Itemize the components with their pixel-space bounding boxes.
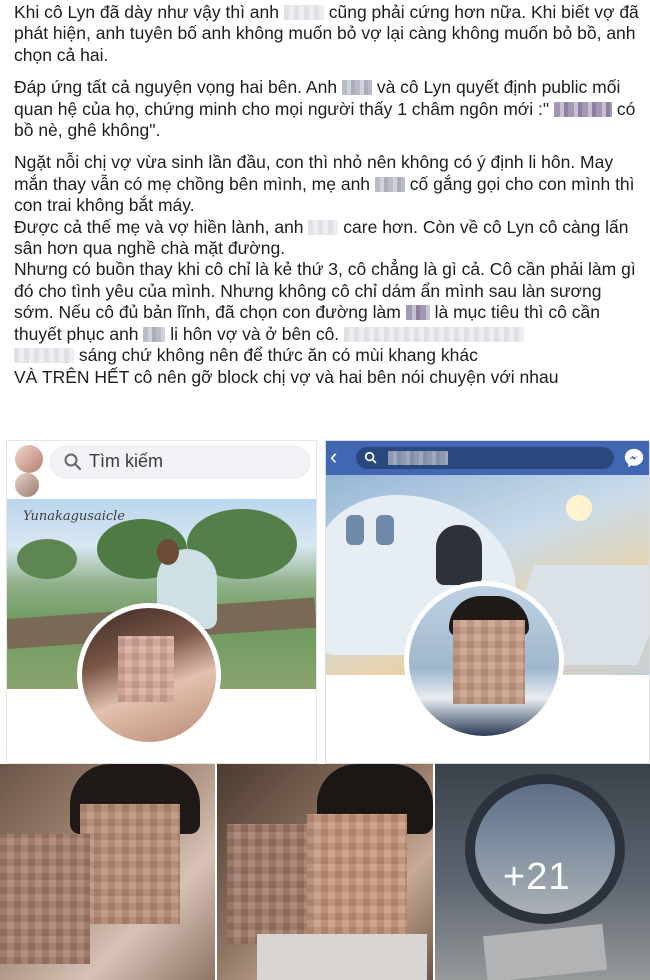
messenger-icon[interactable] [623, 447, 645, 469]
blurred-name [553, 101, 612, 117]
text-run: Đáp ứng tất cả nguyện vọng hai bên. Anh [14, 77, 338, 98]
blurred-text [14, 348, 74, 364]
profile-screenshot-right[interactable]: ‹ [325, 440, 650, 764]
avatar [15, 445, 43, 473]
blurred-text [344, 326, 525, 342]
blurred-name [283, 5, 324, 20]
photo-thumbnail[interactable] [0, 764, 215, 980]
search-placeholder: Tìm kiếm [89, 451, 163, 471]
back-arrow-icon[interactable]: ‹ [330, 445, 348, 469]
photo-thumbnail-more[interactable]: +21 [435, 764, 650, 980]
text-run: VÀ TRÊN HẾT cô nên gỡ block chị vợ và ha… [14, 366, 559, 387]
text-run: li hôn vợ và ở bên cô. [170, 323, 340, 344]
search-icon [364, 451, 377, 464]
paragraph-3: Ngặt nỗi chị vợ vừa sinh lần đầu, con th… [14, 152, 644, 387]
photo-signature: Yunakagusaicle [23, 509, 125, 524]
blurred-name [143, 326, 166, 342]
photo-thumbnail[interactable] [217, 764, 433, 980]
blurred-name [341, 80, 372, 96]
profile-picture[interactable] [77, 603, 221, 747]
profile-screenshot-left[interactable]: Tìm kiếm Yunakagusaicle [6, 440, 317, 764]
text-run: Khi cô Lyn đã dày như vậy thì anh [14, 2, 279, 22]
fb-top-bar: ‹ [326, 441, 649, 475]
more-photos-count: +21 [503, 856, 571, 898]
post-body: Khi cô Lyn đã dày như vậy thì anh cũng p… [14, 2, 644, 399]
search-box[interactable] [356, 447, 614, 469]
text-run: sáng chứ không nên để thức ăn có mùi kha… [78, 345, 478, 366]
search-box[interactable]: Tìm kiếm [49, 445, 311, 479]
profile-picture[interactable] [404, 581, 564, 741]
blurred-name [308, 219, 339, 235]
search-icon [64, 453, 82, 471]
avatar [15, 473, 39, 497]
paragraph-2: Đáp ứng tất cả nguyện vọng hai bên. Anh … [14, 77, 644, 141]
blurred-name [405, 305, 430, 321]
blurred-name [374, 176, 405, 192]
paragraph-1: Khi cô Lyn đã dày như vậy thì anh cũng p… [14, 2, 644, 66]
text-run: Được cả thế mẹ và vợ hiền lành, anh [14, 216, 304, 237]
blurred-search-text [388, 451, 448, 465]
